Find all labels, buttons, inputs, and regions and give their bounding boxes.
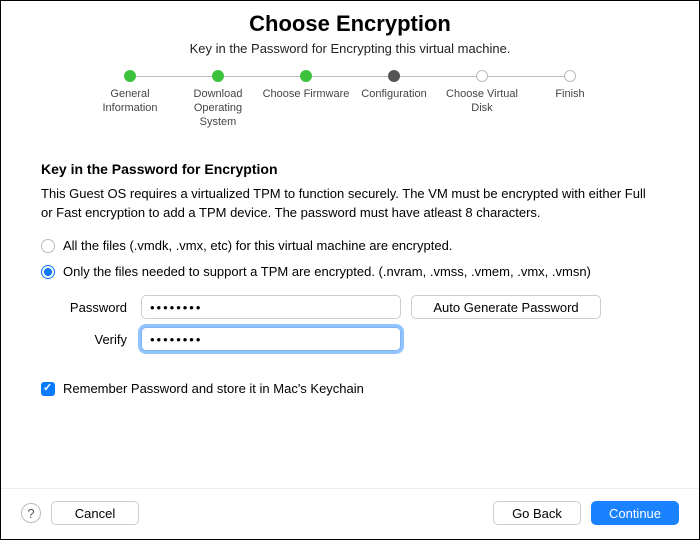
- progress-stepper: General InformationDownload Operating Sy…: [1, 70, 699, 139]
- step-label: General Information: [86, 88, 174, 116]
- radio-label-full: All the files (.vmdk, .vmx, etc) for thi…: [63, 237, 452, 255]
- verify-input[interactable]: [141, 327, 401, 351]
- radio-icon: [41, 265, 55, 279]
- continue-button[interactable]: Continue: [591, 501, 679, 525]
- radio-option-partial[interactable]: Only the files needed to support a TPM a…: [41, 263, 659, 281]
- remember-label: Remember Password and store it in Mac's …: [63, 381, 364, 396]
- verify-label: Verify: [41, 332, 131, 347]
- auto-generate-button[interactable]: Auto Generate Password: [411, 295, 601, 319]
- step-label: Download Operating System: [174, 88, 262, 129]
- step-dot-icon: [564, 70, 576, 82]
- section-description: This Guest OS requires a virtualized TPM…: [41, 185, 659, 223]
- password-input[interactable]: [141, 295, 401, 319]
- section-heading: Key in the Password for Encryption: [41, 161, 659, 177]
- step-label: Configuration: [361, 88, 426, 102]
- step-dot-icon: [300, 70, 312, 82]
- step-2: Choose Firmware: [262, 70, 350, 102]
- step-label: Finish: [555, 88, 584, 102]
- help-button[interactable]: ?: [21, 503, 41, 523]
- password-label: Password: [41, 300, 131, 315]
- page-title: Choose Encryption: [21, 11, 679, 37]
- step-5: Finish: [526, 70, 614, 102]
- step-1: Download Operating System: [174, 70, 262, 129]
- checkbox-icon: [41, 382, 55, 396]
- step-3: Configuration: [350, 70, 438, 102]
- cancel-button[interactable]: Cancel: [51, 501, 139, 525]
- remember-checkbox-row[interactable]: Remember Password and store it in Mac's …: [41, 381, 659, 396]
- step-dot-icon: [212, 70, 224, 82]
- step-4: Choose Virtual Disk: [438, 70, 526, 116]
- step-dot-icon: [388, 70, 400, 82]
- step-label: Choose Virtual Disk: [438, 88, 526, 116]
- radio-icon: [41, 239, 55, 253]
- radio-label-partial: Only the files needed to support a TPM a…: [63, 263, 591, 281]
- radio-option-full[interactable]: All the files (.vmdk, .vmx, etc) for thi…: [41, 237, 659, 255]
- page-subtitle: Key in the Password for Encrypting this …: [21, 41, 679, 56]
- go-back-button[interactable]: Go Back: [493, 501, 581, 525]
- step-dot-icon: [476, 70, 488, 82]
- step-label: Choose Firmware: [263, 88, 350, 102]
- step-0: General Information: [86, 70, 174, 116]
- step-dot-icon: [124, 70, 136, 82]
